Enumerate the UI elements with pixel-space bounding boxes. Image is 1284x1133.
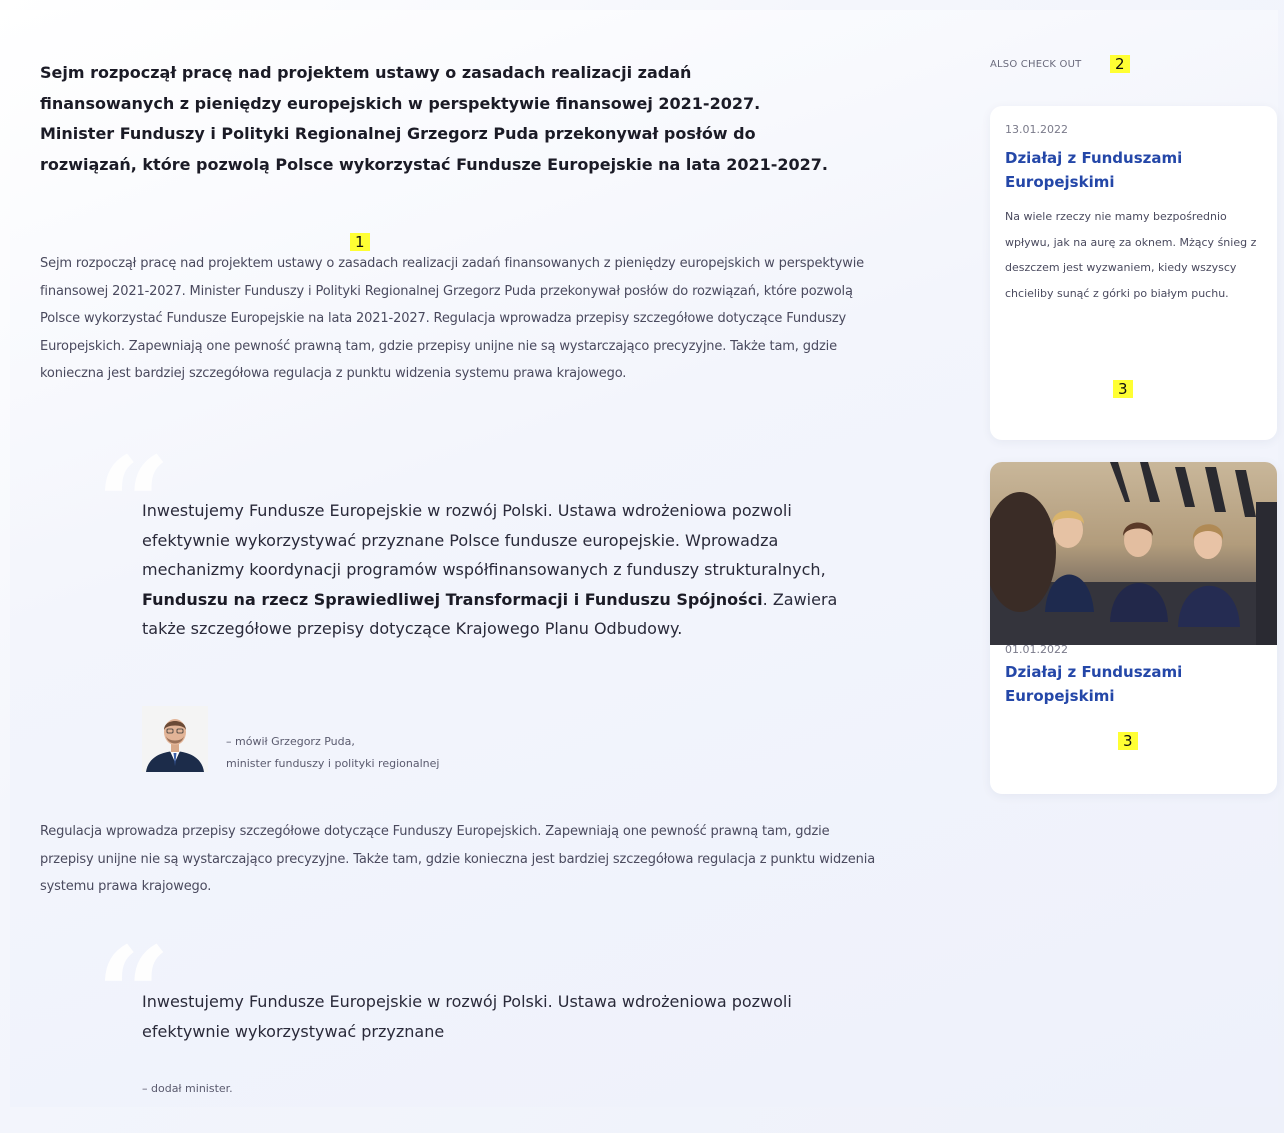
annotation-marker-2: 2	[1110, 55, 1130, 73]
related-article-card[interactable]: 01.01.2022 Działaj z Funduszami Europejs…	[990, 462, 1277, 794]
attribution-role: minister funduszy i polityki regionalnej	[226, 757, 440, 770]
quote-1-attribution: – mówił Grzegorz Puda, minister funduszy…	[226, 731, 439, 775]
card-image[interactable]	[990, 462, 1277, 645]
sidebar-label: ALSO CHECK OUT	[990, 59, 1082, 70]
article-paragraph-1: Sejm rozpoczął pracę nad projektem ustaw…	[40, 256, 865, 381]
annotation-marker-3: 3	[1113, 380, 1133, 398]
quote-2-attribution: – dodał minister.	[142, 1082, 233, 1095]
article-paragraph-2: Regulacja wprowadza przepisy szczegółowe…	[40, 824, 876, 894]
card-date: 01.01.2022	[1005, 643, 1068, 656]
attribution-name: – mówił Grzegorz Puda,	[226, 735, 355, 748]
card-title-link[interactable]: Działaj z Funduszami Europejskimi	[1005, 146, 1235, 194]
related-article-card[interactable]: 13.01.2022 Działaj z Funduszami Europejs…	[990, 106, 1277, 440]
card-description: Na wiele rzeczy nie mamy bezpośrednio wp…	[1005, 210, 1257, 300]
quote-2-text: Inwestujemy Fundusze Europejskie w rozwó…	[142, 992, 792, 1041]
article-lead: Sejm rozpoczął pracę nad projektem ustaw…	[40, 63, 828, 174]
card-title-link[interactable]: Działaj z Funduszami Europejskimi	[1005, 660, 1235, 708]
quote-1-text: Inwestujemy Fundusze Europejskie w rozwó…	[142, 496, 862, 644]
avatar	[142, 706, 208, 772]
quote-1-text-bold: Funduszu na rzecz Sprawiedliwej Transfor…	[142, 589, 763, 609]
annotation-marker-1: 1	[350, 233, 370, 251]
annotation-marker-3: 3	[1118, 732, 1138, 750]
quote-1-text-before: Inwestujemy Fundusze Europejskie w rozwó…	[142, 501, 826, 579]
card-date: 13.01.2022	[1005, 123, 1068, 136]
